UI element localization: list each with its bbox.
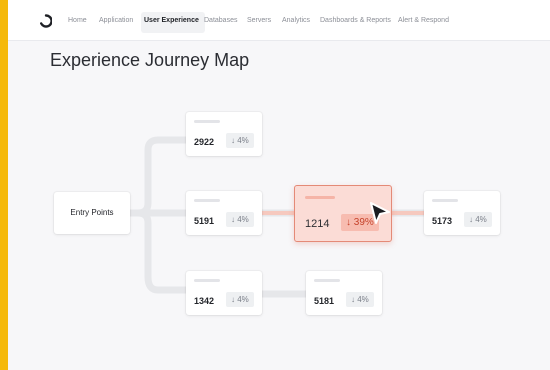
journey-node-1342[interactable]: 1342 ↓ 4% <box>186 271 262 315</box>
node-value: 5181 <box>314 296 335 306</box>
node-delta-badge: ↓ 4% <box>226 292 254 307</box>
node-delta-badge: ↓ 4% <box>226 133 254 148</box>
node-value: 1342 <box>194 296 215 306</box>
node-value: 5191 <box>194 216 215 226</box>
journey-node-5181[interactable]: 5181 ↓ 4% <box>306 271 382 315</box>
node-value: 1214 <box>305 218 330 230</box>
node-delta-badge: ↓ 4% <box>226 212 254 227</box>
node-delta-badge: ↓ 4% <box>346 292 374 307</box>
node-delta-badge: ↓ 4% <box>464 212 492 227</box>
node-value: 2922 <box>194 137 215 147</box>
node-label-placeholder <box>194 279 220 282</box>
journey-node-5173[interactable]: 5173 ↓ 4% <box>424 191 500 235</box>
node-value: 5173 <box>432 216 453 226</box>
node-label-placeholder <box>194 120 220 123</box>
journey-node-5191[interactable]: 5191 ↓ 4% <box>186 191 262 235</box>
node-label-placeholder <box>314 279 340 282</box>
mouse-pointer-icon <box>370 202 390 224</box>
entry-points-label: Entry Points <box>70 208 114 217</box>
journey-node-2922[interactable]: 2922 ↓ 4% <box>186 112 262 156</box>
journey-connectors <box>126 136 428 298</box>
entry-points-node[interactable]: Entry Points <box>54 192 130 234</box>
node-label-placeholder <box>305 196 335 199</box>
app-frame: Home Application User Experience Databas… <box>8 0 550 370</box>
node-label-placeholder <box>432 199 458 202</box>
node-label-placeholder <box>194 199 220 202</box>
